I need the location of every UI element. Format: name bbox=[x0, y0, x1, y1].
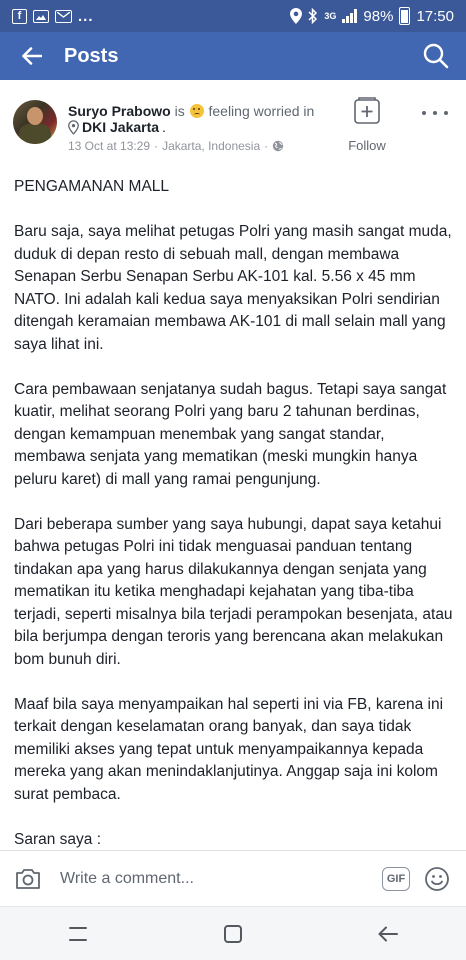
feeling-text: feeling worried in bbox=[208, 103, 315, 119]
more-notifications: ... bbox=[78, 7, 94, 25]
map-pin-icon bbox=[68, 119, 79, 135]
post-paragraph: Saran saya : - mohon petugas pengamanan … bbox=[14, 830, 102, 848]
search-icon bbox=[423, 43, 449, 69]
mail-icon bbox=[55, 9, 72, 23]
search-button[interactable] bbox=[406, 32, 466, 80]
recent-apps-icon bbox=[68, 926, 87, 941]
comment-input[interactable] bbox=[56, 860, 382, 897]
meta-separator-2: · bbox=[264, 139, 269, 153]
home-square-icon bbox=[223, 924, 242, 943]
recent-apps-button[interactable] bbox=[48, 907, 108, 960]
page-title: Posts bbox=[64, 44, 119, 67]
gif-button[interactable]: GIF bbox=[382, 866, 410, 891]
post-place: Jakarta, Indonesia bbox=[162, 139, 261, 153]
location-line: DKI Jakarta. bbox=[68, 119, 166, 135]
follow-label: Follow bbox=[348, 138, 386, 153]
meta-separator: · bbox=[154, 139, 159, 153]
author-line: Suryo Prabowo is feeling worried in bbox=[68, 102, 314, 120]
status-left: f ... bbox=[12, 8, 94, 25]
post-body: PENGAMANAN MALL Baru saja, saya melihat … bbox=[14, 176, 460, 850]
post-paragraph: Dari beberapa sumber yang saya hubungi, … bbox=[14, 515, 453, 668]
more-options-button[interactable] bbox=[422, 106, 448, 120]
post-timestamp[interactable]: 13 Oct at 13:29 bbox=[68, 139, 150, 153]
feeling-prefix: is bbox=[174, 103, 185, 119]
post-paragraph: Cara pembawaan senjatanya sudah bagus. T… bbox=[14, 380, 447, 488]
location-link[interactable]: DKI Jakarta bbox=[82, 119, 159, 135]
gallery-icon bbox=[33, 9, 49, 23]
follow-icon bbox=[354, 97, 380, 124]
post-meta: 13 Oct at 13:29 · Jakarta, Indonesia · bbox=[68, 139, 284, 153]
arrow-left-icon bbox=[22, 47, 42, 65]
camera-icon bbox=[16, 868, 40, 889]
post-heading: PENGAMANAN MALL bbox=[14, 178, 170, 195]
globe-icon bbox=[272, 140, 284, 152]
author-name[interactable]: Suryo Prabowo bbox=[68, 103, 171, 119]
camera-button[interactable] bbox=[0, 851, 56, 907]
back-button[interactable] bbox=[0, 32, 64, 80]
clock: 17:50 bbox=[416, 7, 454, 25]
home-button[interactable] bbox=[203, 907, 263, 960]
status-right: 3G 98% 17:50 bbox=[290, 7, 454, 25]
location-suffix: . bbox=[162, 119, 166, 135]
comment-bar: GIF bbox=[0, 850, 466, 906]
bluetooth-icon bbox=[308, 8, 318, 24]
dot-icon bbox=[422, 111, 426, 115]
dot-icon bbox=[444, 111, 448, 115]
location-icon bbox=[290, 8, 303, 24]
back-arrow-icon bbox=[378, 926, 399, 941]
app-bar: Posts bbox=[0, 32, 466, 80]
signal-icon bbox=[342, 9, 358, 23]
dot-icon bbox=[433, 111, 437, 115]
post-paragraph: Baru saja, saya melihat petugas Polri ya… bbox=[14, 223, 452, 353]
avatar[interactable] bbox=[13, 100, 57, 144]
emoji-icon[interactable] bbox=[424, 866, 450, 892]
battery-icon bbox=[399, 7, 411, 25]
worried-emoji-icon bbox=[189, 104, 204, 118]
post-paragraph: Maaf bila saya menyampaikan hal seperti … bbox=[14, 695, 444, 803]
follow-button[interactable]: Follow bbox=[346, 97, 388, 153]
status-bar: f ... 3G 98% 17:50 bbox=[0, 0, 466, 32]
facebook-icon: f bbox=[12, 8, 27, 24]
battery-percent: 98% bbox=[363, 7, 394, 25]
network-type: 3G bbox=[324, 10, 337, 21]
system-nav-bar bbox=[0, 906, 466, 960]
back-nav-button[interactable] bbox=[358, 907, 418, 960]
